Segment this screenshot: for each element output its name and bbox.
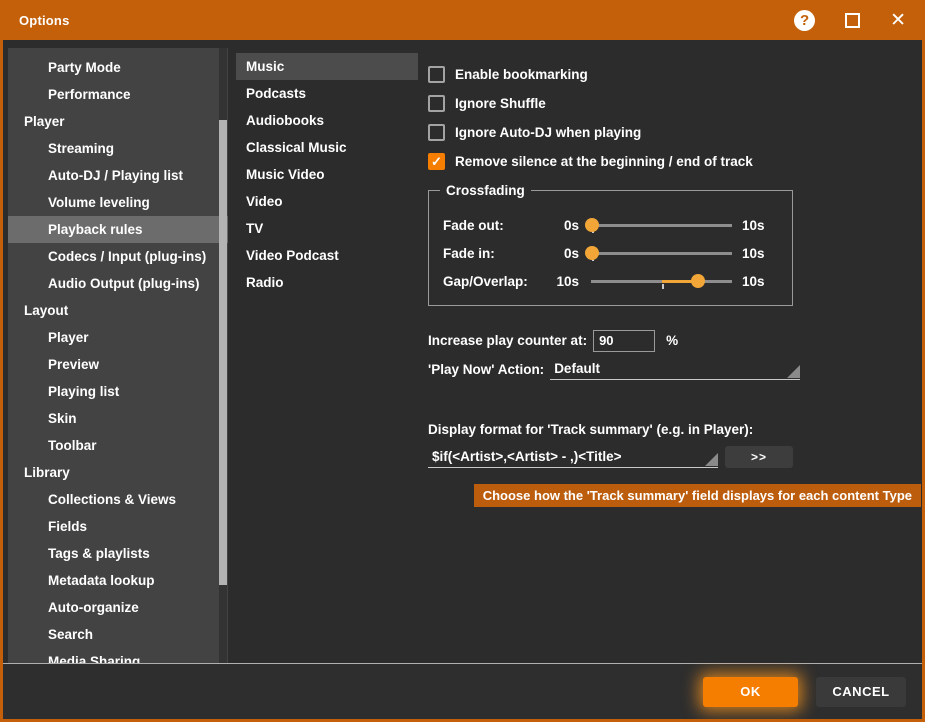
display-format-row: $if(<Artist>,<Artist> - ,)<Title> >> — [428, 446, 793, 468]
fade-in-slider[interactable] — [591, 243, 732, 263]
checkbox-list: ✓ Enable bookmarking ✓ Ignore Shuffle ✓ … — [428, 60, 922, 176]
play-counter-label: Increase play counter at: — [428, 333, 587, 348]
content-type-list: Music Podcasts Audiobooks Classical Musi… — [236, 53, 418, 296]
dialog-footer: OK CANCEL — [3, 663, 922, 719]
close-icon[interactable]: ✕ — [890, 11, 906, 30]
sidebar-item-search[interactable]: Search — [8, 621, 228, 648]
category-list: Party Mode Performance Player Streaming … — [8, 48, 228, 663]
maximize-icon[interactable] — [845, 13, 860, 28]
fade-out-slider[interactable] — [591, 215, 732, 235]
sidebar-item-toolbar[interactable]: Toolbar — [8, 432, 228, 459]
ok-button[interactable]: OK — [703, 677, 798, 707]
sidebar-header-player[interactable]: Player — [8, 108, 228, 135]
sidebar-item-streaming[interactable]: Streaming — [8, 135, 228, 162]
dropdown-corner-icon — [705, 453, 718, 466]
checkbox-ignore-auto-dj[interactable]: ✓ Ignore Auto-DJ when playing — [428, 118, 922, 147]
content-type-podcasts[interactable]: Podcasts — [236, 80, 418, 107]
help-button[interactable]: ? — [794, 10, 815, 31]
sidebar-item-preview[interactable]: Preview — [8, 351, 228, 378]
sidebar-item-auto-dj[interactable]: Auto-DJ / Playing list — [8, 162, 228, 189]
checkbox-remove-silence[interactable]: ✓ Remove silence at the beginning / end … — [428, 147, 922, 176]
display-format-dropdown[interactable]: $if(<Artist>,<Artist> - ,)<Title> — [428, 449, 718, 468]
sidebar-item-volume-leveling[interactable]: Volume leveling — [8, 189, 228, 216]
sidebar-scrollbar-thumb[interactable] — [219, 120, 227, 585]
sidebar-item-playing-list[interactable]: Playing list — [8, 378, 228, 405]
checkmark-icon: ✓ — [431, 155, 442, 168]
crossfading-group-title: Crossfading — [440, 182, 531, 199]
checkbox-enable-bookmarking[interactable]: ✓ Enable bookmarking — [428, 60, 922, 89]
sidebar-item-fields[interactable]: Fields — [8, 513, 228, 540]
content-type-video-podcast[interactable]: Video Podcast — [236, 242, 418, 269]
sidebar-scrollbar[interactable] — [219, 48, 227, 663]
crossfading-group: Crossfading Fade out: 0s 10s Fade in: 0s — [428, 190, 793, 306]
titlebar-controls: ? ✕ — [794, 10, 906, 31]
sidebar-item-tags-playlists[interactable]: Tags & playlists — [8, 540, 228, 567]
display-format-label: Display format for 'Track summary' (e.g.… — [428, 422, 753, 437]
sidebar-item-audio-output[interactable]: Audio Output (plug-ins) — [8, 270, 228, 297]
dropdown-corner-icon — [787, 365, 800, 378]
slider-tick — [662, 284, 664, 289]
sidebar-header-layout[interactable]: Layout — [8, 297, 228, 324]
sidebar-item-media-sharing[interactable]: Media Sharing — [8, 648, 228, 663]
sidebar-item-collections-views[interactable]: Collections & Views — [8, 486, 228, 513]
gap-overlap-row: Gap/Overlap: 10s 10s — [443, 267, 778, 295]
question-mark-icon: ? — [800, 12, 809, 29]
cancel-button[interactable]: CANCEL — [816, 677, 906, 707]
fade-out-slider-thumb[interactable] — [585, 218, 599, 232]
play-now-dropdown[interactable]: Default — [550, 361, 800, 380]
checkbox-box[interactable]: ✓ — [428, 95, 445, 112]
checkbox-box[interactable]: ✓ — [428, 153, 445, 170]
format-expand-button[interactable]: >> — [725, 446, 793, 468]
content-type-audiobooks[interactable]: Audiobooks — [236, 107, 418, 134]
title-bar: Options ? ✕ — [3, 0, 922, 40]
sidebar-header-library[interactable]: Library — [8, 459, 228, 486]
gap-overlap-slider[interactable] — [591, 271, 732, 291]
content-type-tv[interactable]: TV — [236, 215, 418, 242]
slider-track[interactable] — [591, 224, 732, 227]
sidebar-item-metadata-lookup[interactable]: Metadata lookup — [8, 567, 228, 594]
category-sidebar: Party Mode Performance Player Streaming … — [8, 48, 228, 663]
window-title: Options — [19, 13, 70, 28]
content-type-classical-music[interactable]: Classical Music — [236, 134, 418, 161]
sidebar-item-party-mode[interactable]: Party Mode — [8, 54, 228, 81]
sidebar-item-skin[interactable]: Skin — [8, 405, 228, 432]
checkbox-box[interactable]: ✓ — [428, 124, 445, 141]
play-now-row: 'Play Now' Action: Default — [428, 357, 800, 380]
content-type-music[interactable]: Music — [236, 53, 418, 80]
content-type-music-video[interactable]: Music Video — [236, 161, 418, 188]
sidebar-item-performance[interactable]: Performance — [8, 81, 228, 108]
fade-out-row: Fade out: 0s 10s — [443, 211, 778, 239]
slider-track[interactable] — [591, 252, 732, 255]
fade-in-slider-thumb[interactable] — [585, 246, 599, 260]
sidebar-item-codecs-input[interactable]: Codecs / Input (plug-ins) — [8, 243, 228, 270]
sidebar-item-layout-player[interactable]: Player — [8, 324, 228, 351]
options-dialog: Options ? ✕ Party Mode Performance Playe… — [0, 0, 925, 722]
play-counter-row: Increase play counter at: % — [428, 329, 678, 352]
track-summary-tooltip: Choose how the 'Track summary' field dis… — [474, 484, 921, 507]
content-type-radio[interactable]: Radio — [236, 269, 418, 296]
play-now-label: 'Play Now' Action: — [428, 362, 544, 380]
dialog-body: Party Mode Performance Player Streaming … — [3, 40, 922, 663]
fade-in-row: Fade in: 0s 10s — [443, 239, 778, 267]
checkbox-box[interactable]: ✓ — [428, 66, 445, 83]
content-type-video[interactable]: Video — [236, 188, 418, 215]
gap-overlap-slider-thumb[interactable] — [691, 274, 705, 288]
checkbox-ignore-shuffle[interactable]: ✓ Ignore Shuffle — [428, 89, 922, 118]
play-counter-unit: % — [666, 333, 678, 348]
play-counter-input[interactable] — [593, 330, 655, 352]
sidebar-item-playback-rules[interactable]: Playback rules — [8, 216, 228, 243]
sidebar-item-auto-organize[interactable]: Auto-organize — [8, 594, 228, 621]
